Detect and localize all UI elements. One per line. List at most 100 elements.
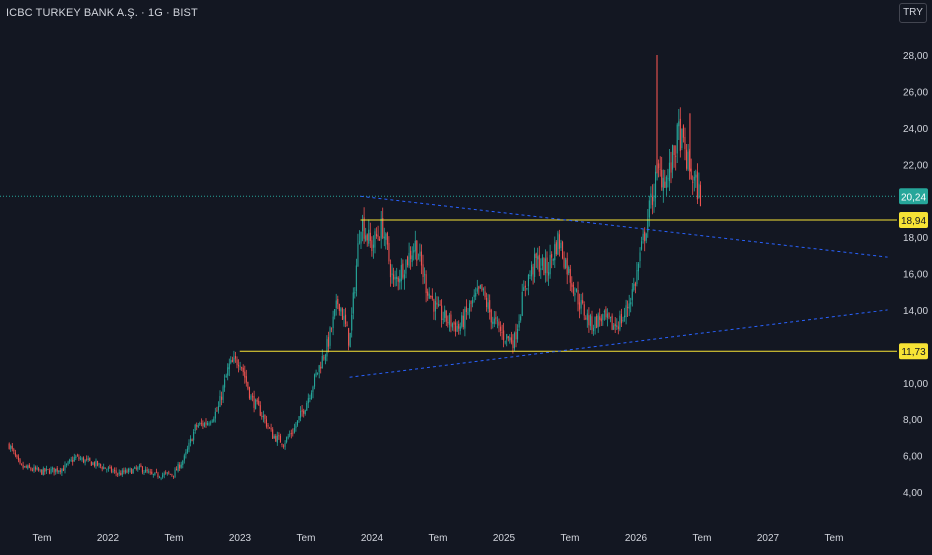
currency-button[interactable]: TRY xyxy=(899,3,927,23)
y-tick-label: 24,00 xyxy=(903,124,928,135)
candle-body xyxy=(115,470,117,473)
candle-body xyxy=(478,286,480,289)
candle-body xyxy=(531,264,533,277)
candle-body xyxy=(413,250,415,253)
candle-body xyxy=(500,326,502,331)
candle-body xyxy=(132,469,134,474)
candle-body xyxy=(123,470,125,473)
candle-body xyxy=(190,438,192,443)
candle-body xyxy=(159,477,161,478)
candle-body xyxy=(376,233,378,237)
candle-body xyxy=(464,308,466,329)
candle-body xyxy=(537,256,539,260)
candle-body xyxy=(155,471,157,473)
candle-body xyxy=(383,236,385,239)
candle-body xyxy=(490,309,492,323)
candle-body xyxy=(196,425,198,427)
candle-body xyxy=(414,240,416,252)
candle-body xyxy=(86,458,88,460)
candle-body xyxy=(486,297,488,307)
candle-body xyxy=(264,415,266,419)
candle-body xyxy=(110,467,112,472)
candle-body xyxy=(374,231,376,248)
candle-body xyxy=(369,232,371,241)
candle-body xyxy=(199,423,201,425)
trendline[interactable] xyxy=(360,195,888,258)
candle-body xyxy=(279,435,281,443)
candle-body xyxy=(272,429,274,439)
candle-body xyxy=(281,443,283,445)
candle-body xyxy=(543,258,545,276)
candle-body xyxy=(571,283,573,287)
candle-body xyxy=(137,467,139,470)
candle-body xyxy=(293,428,295,433)
candle-body xyxy=(687,151,689,170)
candle-body xyxy=(420,251,422,266)
candle-body xyxy=(391,273,393,276)
candle-body xyxy=(620,314,622,324)
candle-body xyxy=(33,467,35,471)
candle-body xyxy=(465,306,467,312)
x-tick-label: Tem xyxy=(825,533,844,544)
price-chart[interactable]: 4,006,008,0010,0012,0014,0016,0018,0022,… xyxy=(0,0,932,550)
candle-body xyxy=(520,316,522,321)
candle-body xyxy=(596,316,598,328)
candle-body xyxy=(625,305,627,318)
candle-body xyxy=(479,284,481,288)
candle-body xyxy=(450,314,452,327)
candle-body xyxy=(338,303,340,311)
candle-body xyxy=(112,470,114,472)
candle-body xyxy=(690,168,692,179)
candle-body xyxy=(72,460,74,462)
candle-body xyxy=(30,468,32,470)
candle-body xyxy=(448,314,450,325)
candle-body xyxy=(444,309,446,318)
candle-body xyxy=(572,284,574,294)
candle-body xyxy=(284,443,286,447)
candle-body xyxy=(207,423,209,426)
y-tick-label: 16,00 xyxy=(903,270,928,281)
trendline[interactable] xyxy=(349,309,888,378)
candle-body xyxy=(510,337,512,343)
candle-body xyxy=(583,304,585,316)
candle-body xyxy=(93,462,95,466)
candle-body xyxy=(261,416,263,417)
candle-body xyxy=(394,276,396,280)
candle-body xyxy=(544,258,546,273)
candle-body xyxy=(253,395,255,408)
candle-body xyxy=(355,265,357,292)
candle-body xyxy=(97,461,99,466)
candle-body xyxy=(641,241,643,250)
candle-body xyxy=(44,468,46,472)
candle-body xyxy=(382,218,384,238)
candle-body xyxy=(48,470,50,474)
candle-body xyxy=(286,437,288,443)
candle-body xyxy=(469,303,471,312)
candle-body xyxy=(521,292,523,316)
candle-body xyxy=(332,316,334,329)
candle-body xyxy=(211,420,213,422)
candle-body xyxy=(399,278,401,283)
candle-body xyxy=(575,288,577,292)
candle-body xyxy=(397,277,399,282)
candle-body xyxy=(645,233,647,241)
candle-body xyxy=(484,291,486,298)
candle-body xyxy=(509,337,511,341)
candle-body xyxy=(50,468,52,474)
candle-body xyxy=(143,472,145,473)
candle-body xyxy=(431,296,433,299)
chart-area[interactable]: 4,006,008,0010,0012,0014,0016,0018,0022,… xyxy=(0,0,932,550)
candle-body xyxy=(273,436,275,438)
candle-body xyxy=(335,300,337,309)
candle-body xyxy=(217,406,219,411)
candle-body xyxy=(524,285,526,288)
y-tick-label: 6,00 xyxy=(903,452,923,463)
candle-body xyxy=(104,467,106,469)
candle-body xyxy=(501,332,503,333)
candle-body xyxy=(35,467,37,470)
y-tick-label: 8,00 xyxy=(903,415,923,426)
time-scale[interactable] xyxy=(0,522,932,550)
candle-body xyxy=(203,422,205,427)
candle-body xyxy=(439,304,441,306)
candle-body xyxy=(121,470,123,475)
